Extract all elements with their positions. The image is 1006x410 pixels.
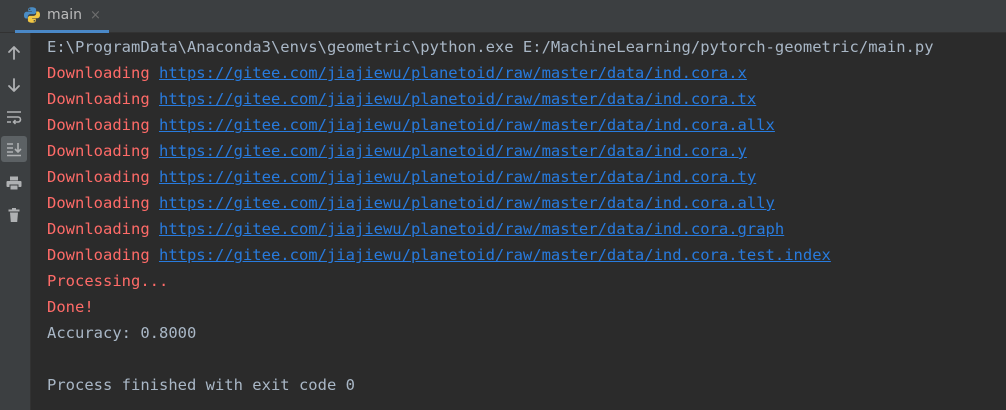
done-line: Done! [47, 298, 94, 316]
download-line: Downloading https://gitee.com/jiajiewu/p… [47, 89, 997, 115]
download-link[interactable]: https://gitee.com/jiajiewu/planetoid/raw… [159, 90, 756, 108]
download-link[interactable]: https://gitee.com/jiajiewu/planetoid/raw… [159, 194, 775, 212]
download-prefix: Downloading [47, 64, 159, 82]
processing-line: Processing... [47, 272, 169, 290]
exit-message: Process finished with exit code 0 [47, 376, 355, 394]
download-prefix: Downloading [47, 116, 159, 134]
download-line: Downloading https://gitee.com/jiajiewu/p… [47, 63, 997, 89]
python-icon [23, 6, 41, 24]
download-prefix: Downloading [47, 246, 159, 264]
download-line: Downloading https://gitee.com/jiajiewu/p… [47, 245, 997, 271]
download-link[interactable]: https://gitee.com/jiajiewu/planetoid/raw… [159, 246, 831, 264]
download-link[interactable]: https://gitee.com/jiajiewu/planetoid/raw… [159, 220, 784, 238]
tab-label: main [47, 7, 82, 23]
download-line: Downloading https://gitee.com/jiajiewu/p… [47, 193, 997, 219]
close-icon[interactable]: × [90, 8, 101, 23]
download-line: Downloading https://gitee.com/jiajiewu/p… [47, 115, 997, 141]
run-tab-bar: main × [0, 0, 1006, 33]
download-line: Downloading https://gitee.com/jiajiewu/p… [47, 167, 997, 193]
download-prefix: Downloading [47, 220, 159, 238]
command-line: E:\ProgramData\Anaconda3\envs\geometric\… [47, 38, 934, 56]
console-toolbar [0, 33, 31, 410]
download-link[interactable]: https://gitee.com/jiajiewu/planetoid/raw… [159, 64, 747, 82]
download-prefix: Downloading [47, 194, 159, 212]
tab-main[interactable]: main × [15, 0, 109, 33]
up-arrow-icon[interactable] [1, 40, 27, 66]
down-arrow-icon[interactable] [1, 72, 27, 98]
download-prefix: Downloading [47, 168, 159, 186]
download-link[interactable]: https://gitee.com/jiajiewu/planetoid/raw… [159, 168, 756, 186]
download-prefix: Downloading [47, 142, 159, 160]
download-link[interactable]: https://gitee.com/jiajiewu/planetoid/raw… [159, 116, 775, 134]
console-output[interactable]: E:\ProgramData\Anaconda3\envs\geometric\… [47, 37, 997, 401]
accuracy-line: Accuracy: 0.8000 [47, 324, 197, 342]
download-link[interactable]: https://gitee.com/jiajiewu/planetoid/raw… [159, 142, 747, 160]
soft-wrap-icon[interactable] [1, 104, 27, 130]
download-line: Downloading https://gitee.com/jiajiewu/p… [47, 141, 997, 167]
download-prefix: Downloading [47, 90, 159, 108]
print-icon[interactable] [1, 170, 27, 196]
download-line: Downloading https://gitee.com/jiajiewu/p… [47, 219, 997, 245]
run-console-window: main × E:\ProgramData\Anaconda3\envs\geo… [0, 0, 1006, 410]
trash-icon[interactable] [1, 202, 27, 228]
scroll-to-end-icon[interactable] [1, 136, 27, 162]
